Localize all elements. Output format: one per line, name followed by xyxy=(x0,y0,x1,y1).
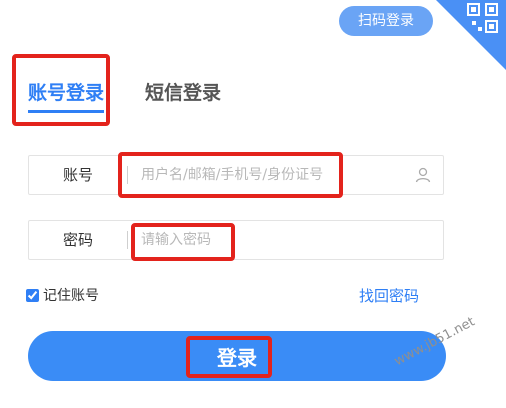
find-password-link[interactable]: 找回密码 xyxy=(359,285,419,306)
user-icon xyxy=(415,167,431,183)
username-label: 账号 xyxy=(62,166,93,184)
password-field[interactable]: 密码 xyxy=(28,220,444,260)
qr-corner[interactable] xyxy=(436,0,506,70)
qr-login-badge[interactable]: 扫码登录 xyxy=(339,6,433,36)
remember-checkbox[interactable] xyxy=(26,288,39,302)
field-divider xyxy=(127,231,128,249)
annotation-box xyxy=(12,54,110,126)
remember-account[interactable]: 记住账号 xyxy=(26,285,99,305)
annotation-box xyxy=(118,152,343,198)
annotation-box xyxy=(186,336,272,378)
remember-label: 记住账号 xyxy=(43,288,99,304)
annotation-box xyxy=(131,223,235,261)
password-label: 密码 xyxy=(62,231,93,249)
tab-sms-login[interactable]: 短信登录 xyxy=(145,78,221,105)
